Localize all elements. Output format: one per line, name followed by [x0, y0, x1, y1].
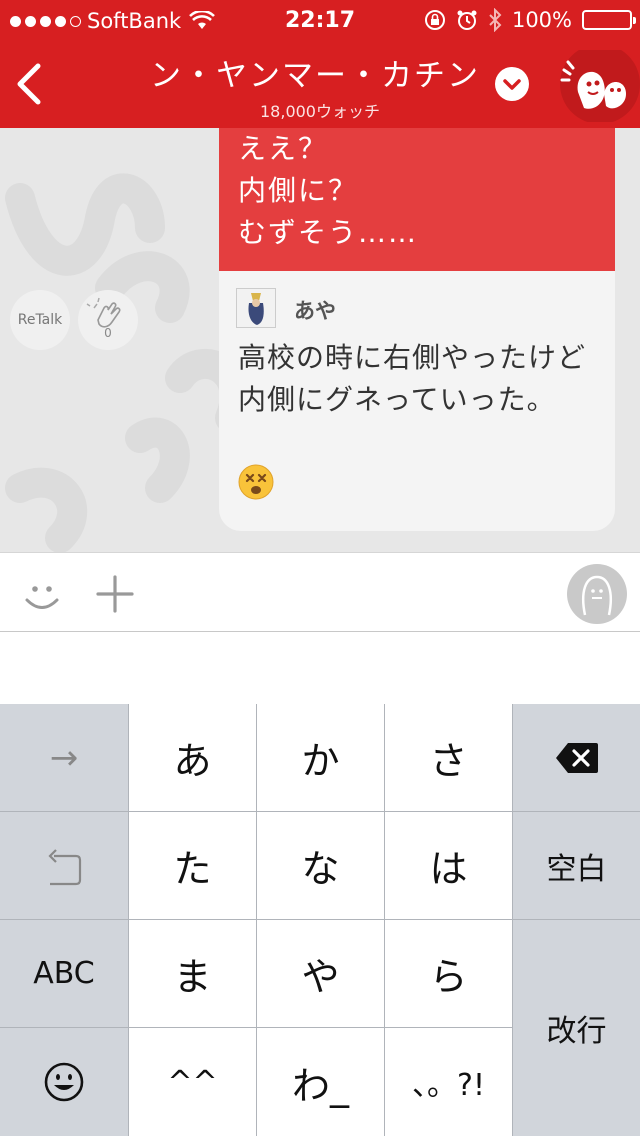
smile-icon[interactable] [20, 573, 64, 617]
key-punctuation[interactable]: 、。?! [385, 1028, 512, 1136]
key-emoji[interactable] [0, 1028, 128, 1136]
alarm-icon [457, 10, 477, 30]
plus-icon[interactable] [94, 573, 136, 615]
key-space[interactable]: 空白 [513, 812, 640, 919]
key-delete[interactable] [513, 704, 640, 811]
key-return[interactable]: 改行 [513, 920, 640, 1136]
key-kaomoji[interactable]: ^^ [129, 1028, 256, 1136]
emoji-smile-icon [44, 1062, 84, 1102]
keyboard: → あ か さ た な は 空白 ABC ま や ら 改行 ^^ わ_ 、。?! [0, 704, 640, 1136]
key-na[interactable]: な [257, 812, 384, 919]
key-wa[interactable]: わ_ [257, 1028, 384, 1136]
key-next-candidate[interactable]: → [0, 704, 128, 811]
key-ka[interactable]: か [257, 704, 384, 811]
clap-button[interactable]: 0 [78, 290, 138, 350]
back-icon[interactable] [14, 62, 44, 106]
status-right: 100% [424, 8, 636, 32]
undo-icon [48, 848, 82, 885]
reply-section: あや 高校の時に右側やったけど 内側にグネっていった。 [219, 271, 615, 531]
key-ta[interactable]: た [129, 812, 256, 919]
chat-area[interactable]: ReTalk 0 ええ？ 内側に？ むずそう…… あや 高校の時に右側やったけど… [0, 128, 640, 552]
key-a[interactable]: あ [129, 704, 256, 811]
key-ma[interactable]: ま [129, 920, 256, 1027]
mascot-icon[interactable] [556, 50, 640, 122]
reply-username: あや [294, 299, 336, 323]
avatar[interactable] [236, 288, 276, 328]
talk-title: ン・ヤンマー・カチン [150, 58, 480, 94]
message-input[interactable] [0, 632, 640, 704]
top-bar: SoftBank 22:17 100% ン・ヤンマー・カチン 18,000ウォッ… [0, 0, 640, 128]
input-bar [0, 552, 640, 632]
battery-icon [582, 10, 636, 30]
bluetooth-icon [489, 8, 502, 32]
key-ra[interactable]: ら [385, 920, 512, 1027]
key-ya[interactable]: や [257, 920, 384, 1027]
speech-face-icon[interactable] [566, 563, 628, 625]
chevron-down-icon[interactable] [495, 67, 529, 101]
delete-icon [555, 742, 598, 773]
message-bubble[interactable]: ええ？ 内側に？ むずそう…… あや 高校の時に右側やったけど 内側にグネってい… [219, 128, 615, 531]
status-bar: SoftBank 22:17 100% [0, 0, 640, 40]
key-sa[interactable]: さ [385, 704, 512, 811]
retalk-button[interactable]: ReTalk [10, 290, 70, 350]
clap-icon [86, 297, 121, 328]
battery-percent: 100% [511, 8, 572, 32]
watch-count: 18,000ウォッチ [260, 102, 380, 121]
reply-text: 高校の時に右側やったけど 内側にグネっていった。 [238, 341, 587, 416]
rotation-lock-icon [424, 10, 445, 30]
clap-count: 0 [104, 326, 112, 340]
key-abc[interactable]: ABC [0, 920, 128, 1027]
key-undo[interactable] [0, 812, 128, 919]
quoted-message: ええ？ 内側に？ むずそう…… [219, 128, 615, 271]
dizzy-face-icon [238, 464, 274, 500]
key-ha[interactable]: は [385, 812, 512, 919]
